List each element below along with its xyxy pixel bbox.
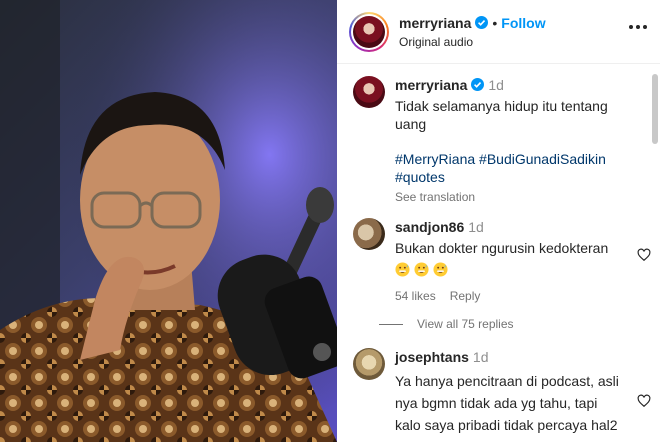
comment-item: josephtans 1d Ya hanya pencitraan di podc… — [353, 348, 651, 442]
comment-emojis — [395, 261, 630, 279]
caption-time[interactable]: 1d — [488, 77, 504, 93]
comment-likes[interactable]: 54 likes — [395, 289, 436, 303]
post-panel: merryriana • Follow Original audio merryri… — [337, 0, 660, 442]
video-player[interactable] — [0, 0, 337, 442]
comment-time[interactable]: 1d — [473, 349, 489, 365]
separator-dot: • — [492, 15, 498, 31]
heart-icon[interactable] — [637, 248, 651, 262]
comment-text: Bukan dokter ngurusin kedokteran — [395, 240, 609, 256]
caption-username[interactable]: merryriana — [395, 77, 467, 93]
grinning-sweat-face-icon — [395, 262, 410, 277]
comment-avatar[interactable] — [353, 348, 385, 380]
more-options-icon[interactable] — [628, 24, 648, 30]
scrollbar[interactable] — [652, 74, 658, 144]
video-frame-illustration — [0, 0, 337, 442]
verified-badge-icon — [475, 16, 489, 29]
post-header: merryriana • Follow Original audio — [337, 0, 660, 64]
verified-badge-icon — [471, 78, 485, 91]
comment-time[interactable]: 1d — [468, 219, 484, 235]
grinning-sweat-face-icon — [433, 262, 448, 277]
follow-button[interactable]: Follow — [501, 15, 545, 31]
author-username[interactable]: merryriana — [399, 15, 471, 31]
caption: merryriana 1d Tidak selamanya hidup itu t… — [353, 76, 643, 206]
comment-item: sandjon86 1d Bukan dokter ngurusin kedokt… — [353, 218, 651, 328]
comments-list[interactable]: merryriana 1d Tidak selamanya hidup itu t… — [337, 64, 660, 442]
heart-icon[interactable] — [637, 394, 651, 408]
view-replies-link[interactable]: View all 75 replies — [379, 317, 514, 331]
comment-username[interactable]: josephtans — [395, 349, 469, 365]
story-avatar[interactable] — [349, 12, 389, 52]
comment-avatar[interactable] — [353, 218, 385, 250]
audio-label[interactable]: Original audio — [399, 35, 473, 49]
caption-text: Tidak selamanya hidup itu tentang uang — [395, 98, 608, 132]
comment-text: Ya hanya pencitraan di podcast, asli nya… — [395, 373, 619, 442]
caption-avatar[interactable] — [353, 76, 385, 108]
see-translation-link[interactable]: See translation — [395, 188, 630, 206]
avatar — [353, 16, 385, 48]
grinning-sweat-face-icon — [414, 262, 429, 277]
comment-username[interactable]: sandjon86 — [395, 219, 464, 235]
reply-button[interactable]: Reply — [450, 289, 481, 303]
caption-hashtags[interactable]: #MerryRiana #BudiGunadiSadikin #quotes — [395, 150, 615, 186]
